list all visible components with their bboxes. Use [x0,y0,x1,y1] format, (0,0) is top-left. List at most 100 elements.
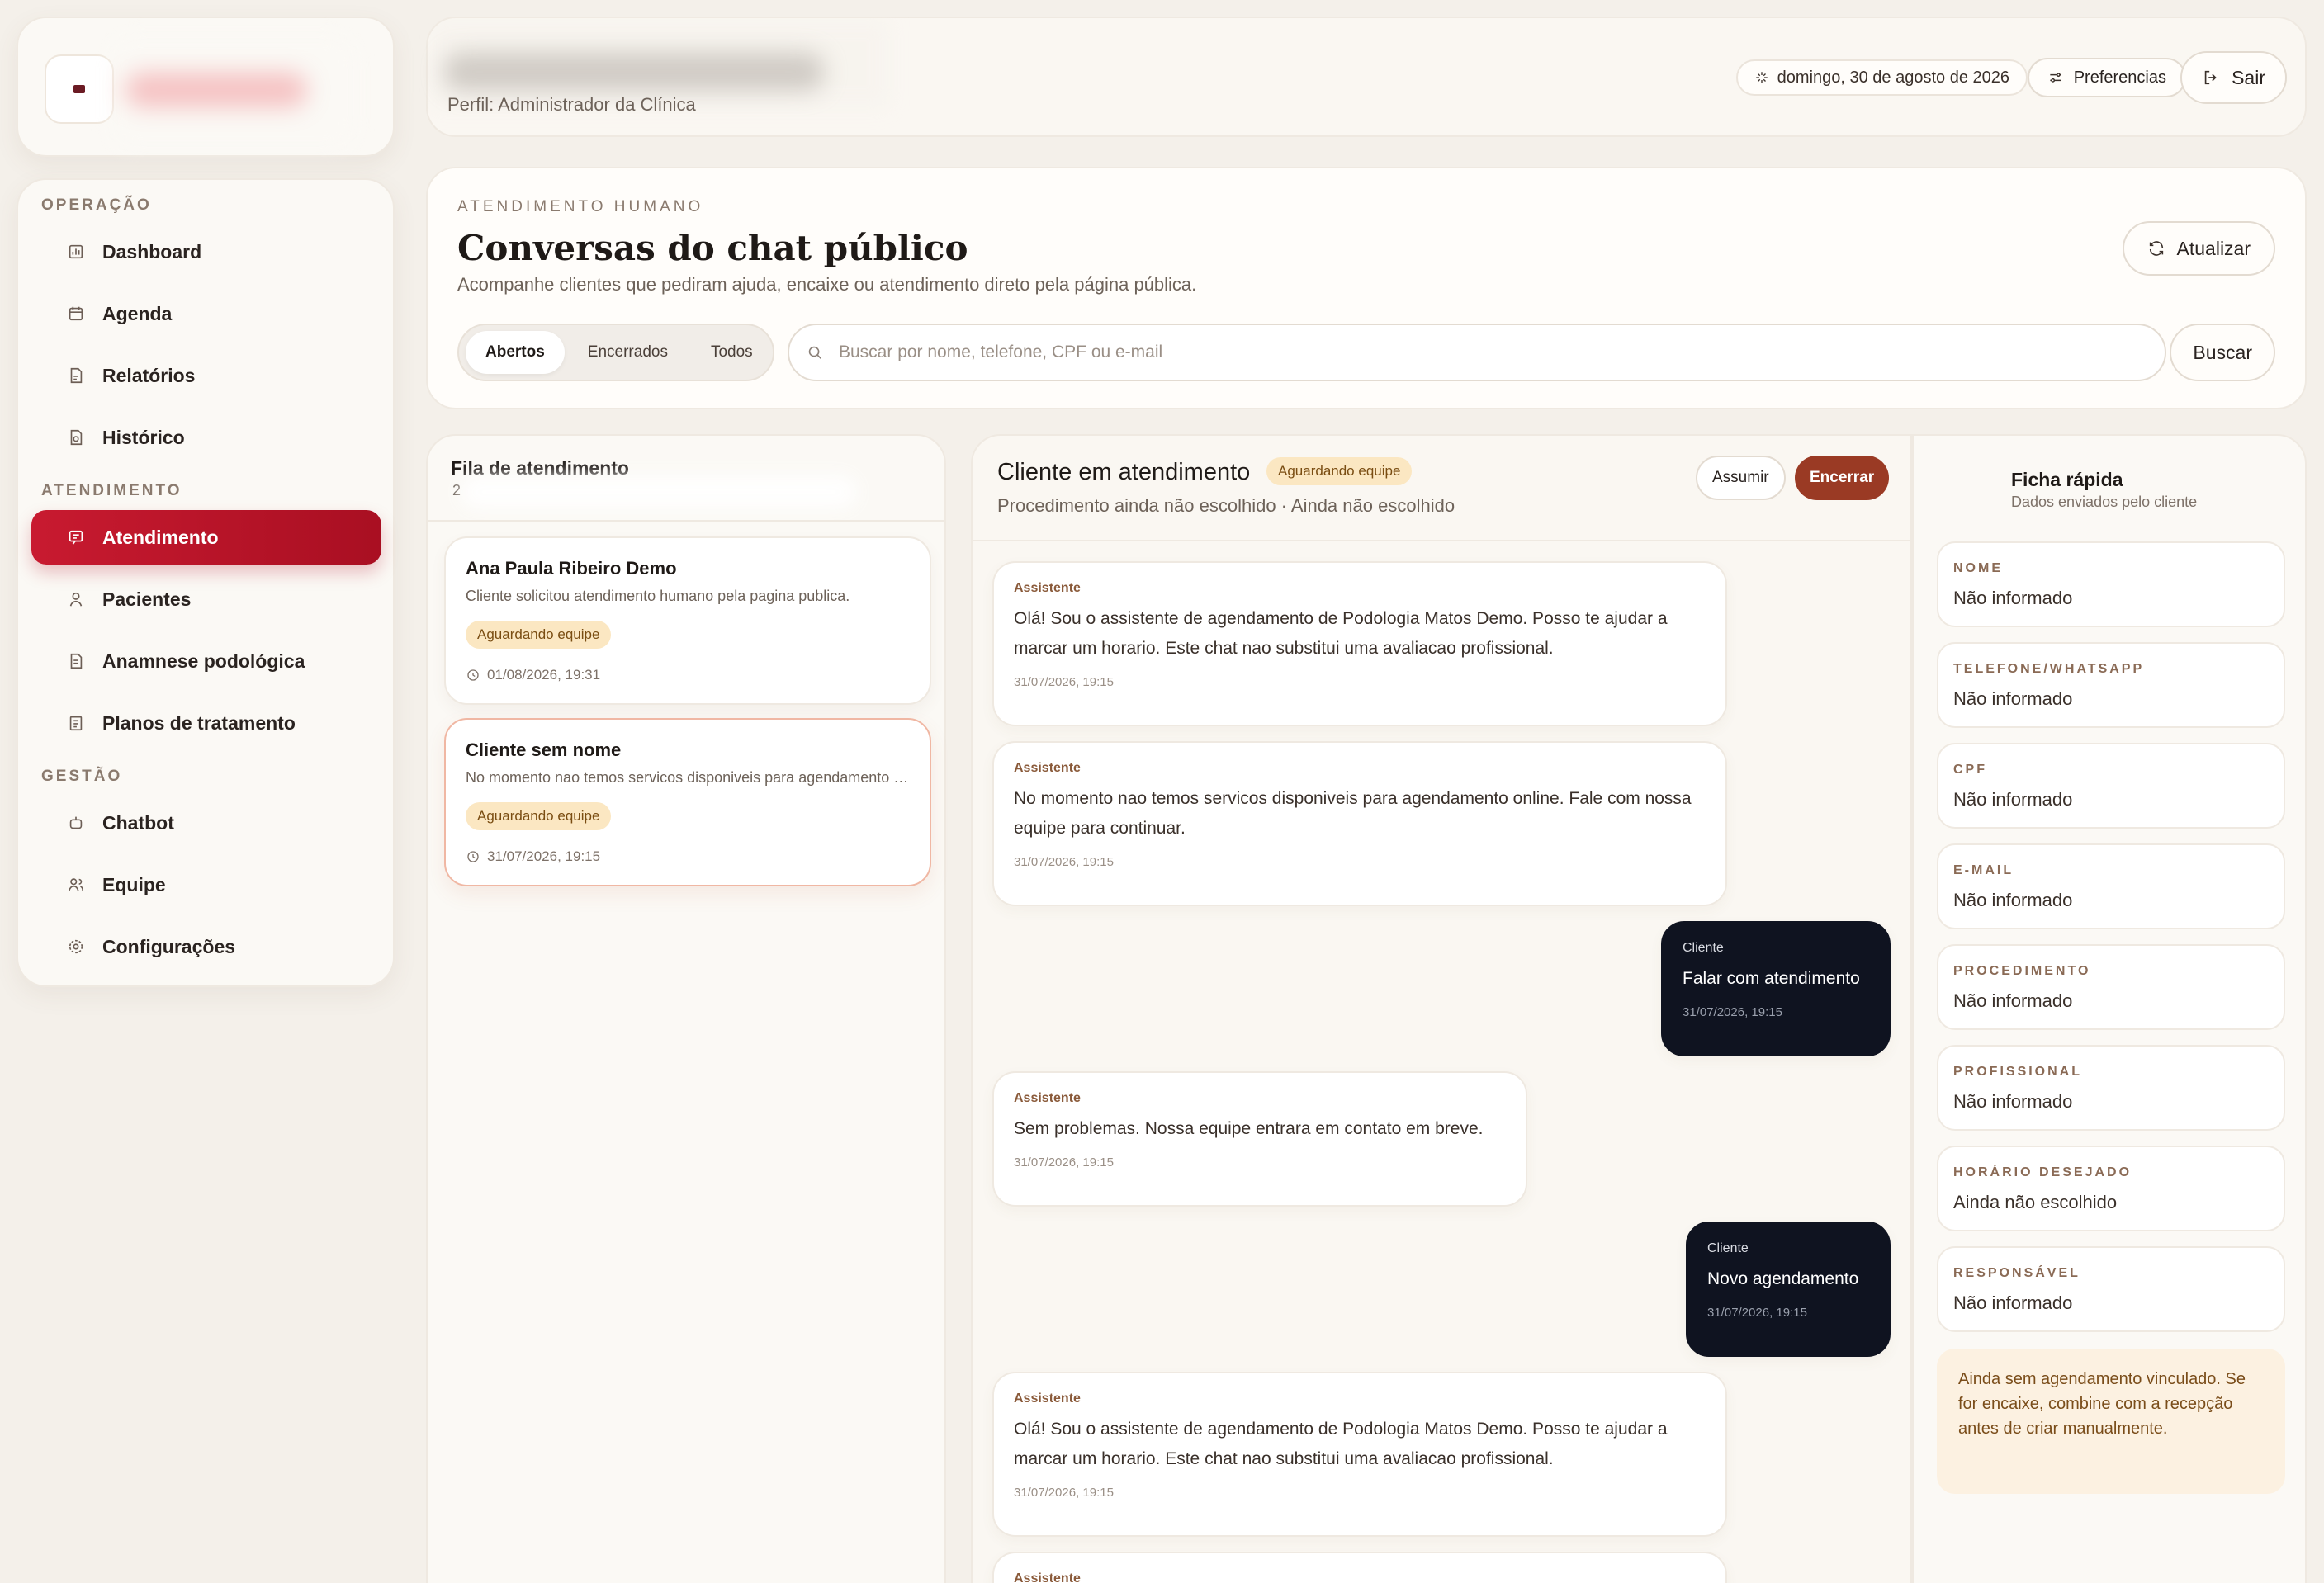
queue-panel: Fila de atendimento 2 Ana Paula Ribeiro … [426,434,946,1583]
status-badge: Aguardando equipe [466,802,612,830]
sidebar-item-dashboard[interactable]: Dashboard [31,224,381,279]
sidebar-item-label: Agenda [102,302,173,324]
sidebar-item-anamnese[interactable]: Anamnese podológica [31,634,381,688]
chat-message-client: Cliente Novo agendamento 31/07/2026, 19:… [1686,1222,1891,1357]
chat-message-client: Cliente Falar com atendimento 31/07/2026… [1661,921,1891,1056]
date-chip: domingo, 30 de agosto de 2026 [1735,59,2028,96]
queue-item-message: No momento nao temos servicos disponivei… [466,769,911,786]
tab-abertos[interactable]: Abertos [466,331,565,374]
sidebar: OPERAÇÃO Dashboard Agenda Relatórios His… [17,178,395,987]
message-time: 31/07/2026, 19:15 [1014,675,1114,689]
sidebar-item-label: Histórico [102,426,185,448]
field-email: E-MAIL Não informado [1937,843,2285,929]
chat-panel: Cliente em atendimento Aguardando equipe… [971,434,1912,1583]
message-sender: Assistente [1014,761,1081,775]
tab-todos[interactable]: Todos [691,331,773,374]
quick-profile-panel: Ficha rápida Dados enviados pelo cliente… [1912,434,2307,1583]
queue-item[interactable]: Cliente sem nome No momento nao temos se… [444,718,931,886]
preferences-label: Preferencias [2073,68,2166,87]
field-telefone: TELEFONE/WHATSAPP Não informado [1937,642,2285,728]
refresh-button[interactable]: Atualizar [2122,221,2275,276]
search-icon [808,346,821,359]
search-input[interactable] [839,343,2077,362]
message-text: Olá! Sou o assistente de agendamento de … [1014,609,1668,658]
queue-count: 2 [452,482,461,499]
queue-item-time: 01/08/2026, 19:31 [466,667,600,683]
sidebar-item-historico[interactable]: Histórico [31,410,381,465]
sidebar-item-label: Equipe [102,873,166,895]
page-header-card: ATENDIMENTO HUMANO Conversas do chat púb… [426,167,2307,409]
message-time: 31/07/2026, 19:15 [1014,855,1114,869]
sidebar-item-equipe[interactable]: Equipe [31,858,381,912]
message-time: 31/07/2026, 19:15 [1683,1005,1782,1019]
field-label: CPF [1953,763,1987,777]
gear-icon [66,937,86,957]
refresh-label: Atualizar [2176,237,2251,259]
sidebar-item-label: Atendimento [102,526,219,548]
dashboard-icon [66,242,86,262]
page-title: Conversas do chat público [457,228,968,268]
queue-item[interactable]: Ana Paula Ribeiro Demo Cliente solicitou… [444,536,931,705]
divider [973,540,1910,541]
sidebar-item-atendimento[interactable]: Atendimento [31,510,381,565]
logout-button[interactable]: Sair [2180,51,2287,104]
sidebar-item-pacientes[interactable]: Pacientes [31,572,381,626]
field-label: E-MAIL [1953,863,2014,877]
message-text: Sem problemas. Nossa equipe entrara em c… [1014,1119,1484,1138]
chat-message-assistant: Assistente Sem problemas. Nossa equipe e… [992,1071,1527,1207]
logout-label: Sair [2232,66,2265,88]
preferences-button[interactable]: Preferencias [2027,58,2186,97]
appointment-note: Ainda sem agendamento vinculado. Se for … [1937,1349,2285,1494]
field-label: HORÁRIO DESEJADO [1953,1165,2132,1179]
page-subtitle: Acompanhe clientes que pediram ajuda, en… [457,274,1197,295]
status-badge: Aguardando equipe [466,621,612,649]
sidebar-section-gestao: GESTÃO [41,768,123,785]
sidebar-item-configuracoes[interactable]: Configurações [31,919,381,974]
history-icon [66,428,86,447]
clinic-name-redacted [444,53,824,91]
quick-profile-subtitle: Dados enviados pelo cliente [2011,494,2198,510]
team-icon [66,875,86,895]
queue-item-name: Cliente sem nome [466,740,622,760]
sidebar-item-label: Pacientes [102,588,192,610]
sidebar-item-label: Dashboard [102,240,202,262]
profile-label: Perfil: Administrador da Clínica [447,94,696,115]
clock-icon [467,669,479,681]
message-text: No momento nao temos servicos disponivei… [1014,789,1692,838]
field-value: Ainda não escolhido [1953,1192,2118,1212]
field-value: Não informado [1953,1091,2073,1112]
field-value: Não informado [1953,789,2073,810]
page-eyebrow: ATENDIMENTO HUMANO [457,198,704,215]
tab-encerrados[interactable]: Encerrados [568,331,688,374]
queue-item-time: 31/07/2026, 19:15 [466,848,600,865]
message-sender: Assistente [1014,1091,1081,1105]
sidebar-item-label: Anamnese podológica [102,650,305,672]
brand-logo[interactable] [45,54,114,124]
queue-item-time-text: 01/08/2026, 19:31 [487,667,601,683]
user-icon [66,589,86,609]
message-time: 31/07/2026, 19:15 [1014,1486,1114,1500]
sidebar-item-planos[interactable]: Planos de tratamento [31,696,381,750]
sidebar-section-atendimento: ATENDIMENTO [41,482,182,499]
message-text: Novo agendamento [1707,1269,1859,1288]
top-header: Perfil: Administrador da Clínica domingo… [426,17,2307,137]
close-conversation-button[interactable]: Encerrar [1795,456,1890,500]
current-date: domingo, 30 de agosto de 2026 [1777,68,2009,87]
chat-message-assistant: Assistente Olá! Sou o assistente de agen… [992,1372,1727,1537]
bot-icon [66,813,86,833]
queue-item-name: Ana Paula Ribeiro Demo [466,558,677,579]
brand-redaction-overlay [109,35,357,150]
message-sender: Assistente [1014,1571,1081,1583]
clipboard-icon [66,713,86,733]
sidebar-item-chatbot[interactable]: Chatbot [31,796,381,850]
field-cpf: CPF Não informado [1937,743,2285,829]
logo-mark-icon [73,85,85,93]
sidebar-section-operacao: OPERAÇÃO [41,196,152,214]
assume-button[interactable]: Assumir [1696,456,1786,500]
search-button[interactable]: Buscar [2170,324,2275,381]
message-sender: Cliente [1707,1241,1749,1255]
sidebar-item-relatorios[interactable]: Relatórios [31,348,381,403]
field-value: Não informado [1953,890,2073,910]
field-profissional: PROFISSIONAL Não informado [1937,1045,2285,1131]
sidebar-item-agenda[interactable]: Agenda [31,286,381,341]
